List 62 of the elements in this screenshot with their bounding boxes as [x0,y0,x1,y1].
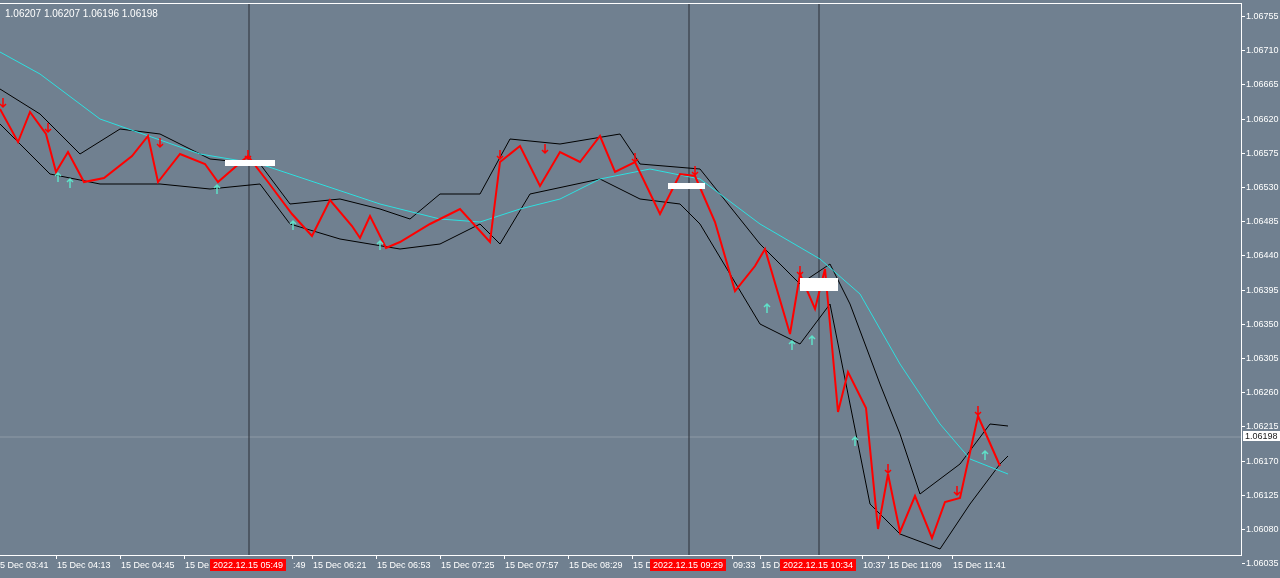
time-label: 15 Dec 04:13 [57,560,111,570]
price-label: 1.06215 [1246,421,1279,432]
time-label: 15 De [185,560,210,570]
label-box [225,160,275,166]
time-marker: 2022.12.15 10:34 [780,559,857,571]
ohlc-readout: 1.06207 1.06207 1.06196 1.06198 [5,8,158,19]
down-arrow-icon [44,122,52,134]
price-label: 1.06665 [1246,79,1279,90]
time-label: 5 Dec 03:41 [0,560,49,570]
time-marker: 2022.12.15 05:49 [210,559,287,571]
time-label: 15 Dec 06:21 [313,560,367,570]
time-label: 09:33 [733,560,756,570]
price-label: 1.06395 [1246,284,1279,295]
down-arrow-icon [541,143,549,155]
up-arrow-icon [289,219,297,231]
down-arrow-icon [796,265,804,277]
time-label: 15 Dec 08:29 [569,560,623,570]
time-label: 15 Dec 04:45 [121,560,175,570]
up-arrow-icon [376,239,384,251]
down-arrow-icon [244,149,252,161]
down-arrow-icon [631,152,639,164]
up-arrow-icon [808,334,816,346]
price-label: 1.06755 [1246,11,1279,21]
up-arrow-icon [851,435,859,447]
price-label: 1.06485 [1246,216,1279,227]
price-label: 1.06080 [1246,524,1279,534]
up-arrow-icon [981,449,989,461]
up-arrow-icon [213,183,221,195]
down-arrow-icon [974,405,982,417]
price-label: 1.06440 [1246,250,1279,261]
time-marker: 2022.12.15 09:29 [650,559,727,571]
price-label: 1.06350 [1246,318,1279,329]
down-arrow-icon [953,485,961,497]
price-label: 1.06035 [1246,558,1279,569]
price-label: 1.06530 [1246,182,1279,192]
down-arrow-icon [156,137,164,149]
down-arrow-icon [0,97,7,109]
down-arrow-icon [691,165,699,177]
time-label: 15 Dec 11:09 [889,560,942,570]
time-label: 15 Dec 11:41 [953,560,1006,570]
time-label: 15 Dec 07:57 [505,560,559,570]
down-arrow-icon [496,149,504,161]
price-label: 1.06125 [1246,489,1279,500]
label-box [668,183,705,189]
up-arrow-icon [66,177,74,189]
up-arrow-icon [54,171,62,183]
time-label: 15 Dec 07:25 [441,560,495,570]
time-label: 15 D [761,560,780,570]
price-label: 1.06620 [1246,113,1279,124]
price-label: 1.06575 [1246,147,1279,158]
time-label: 10:37 [863,560,886,570]
current-price-label: 1.06198 [1243,431,1280,441]
price-label: 1.06170 [1246,455,1279,466]
price-label: 1.06710 [1246,45,1279,56]
label-box [800,278,838,291]
down-arrow-icon [884,463,892,475]
up-arrow-icon [763,302,771,314]
up-arrow-icon [788,339,796,351]
time-label: :49 [293,560,306,570]
time-label: 15 Dec 06:53 [377,560,431,570]
price-label: 1.06305 [1246,353,1279,363]
price-label: 1.06260 [1246,387,1279,398]
